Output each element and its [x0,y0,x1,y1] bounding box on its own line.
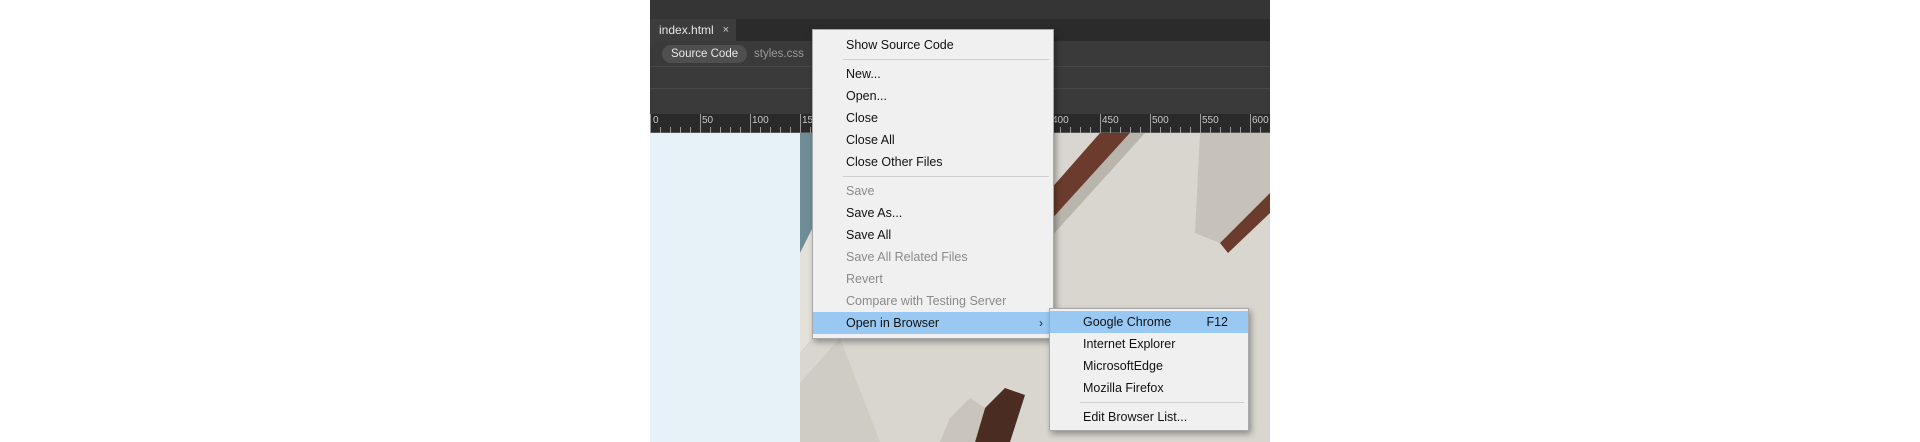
submenu-item-google-chrome[interactable]: Google Chrome F12 [1050,311,1248,333]
submenu-item-edit-browser-list[interactable]: Edit Browser List... [1050,406,1248,428]
menu-separator [1080,402,1244,403]
menu-item-save-as[interactable]: Save As... [813,202,1053,224]
submenu-item-mozilla-firefox[interactable]: Mozilla Firefox [1050,377,1248,399]
ruler-label: 100 [752,115,769,126]
menu-item-close-other-files[interactable]: Close Other Files [813,151,1053,173]
related-file-styles[interactable]: styles.css [754,45,804,63]
menu-item-save: Save [846,184,875,198]
ruler-label: 0 [653,115,659,126]
menu-item-label: Google Chrome [1083,315,1172,329]
ruler-label: 600 [1252,115,1269,126]
close-icon[interactable]: × [723,19,729,41]
ruler-label: 500 [1152,115,1169,126]
menu-item-label: Open in Browser [846,316,940,330]
menu-item-revert: Revert [846,272,883,286]
source-code-button[interactable]: Source Code [662,45,748,63]
menu-item-save-all-related-files: Save All Related Files [846,250,968,264]
ruler-label: 50 [702,115,714,126]
title-bar [650,0,1270,19]
ruler-label: 550 [1202,115,1219,126]
menu-item-save-all[interactable]: Save All [813,224,1053,246]
open-in-browser-submenu: Google Chrome F12 Internet Explorer Micr… [1049,308,1249,431]
chevron-right-icon: › [1039,316,1043,330]
document-tab-label: index.html [659,23,714,37]
menu-item-show-source-code[interactable]: Show Source Code [813,34,1053,56]
shortcut-label: F12 [1206,315,1228,329]
ruler-label: 450 [1102,115,1119,126]
file-context-menu: Show Source Code New... Open... Close Cl… [812,29,1054,339]
menu-item-open-in-browser[interactable]: Open in Browser › [813,312,1053,334]
menu-item-close-all[interactable]: Close All [813,129,1053,151]
document-tab-index[interactable]: index.html × [650,19,736,41]
submenu-item-microsoft-edge[interactable]: MicrosoftEdge [1050,355,1248,377]
canvas-empty-area [650,133,800,442]
menu-item-new[interactable]: New... [813,63,1053,85]
menu-separator [843,59,1049,60]
menu-item-compare-with-testing-server: Compare with Testing Server [846,294,1007,308]
menu-item-open[interactable]: Open... [813,85,1053,107]
submenu-item-internet-explorer[interactable]: Internet Explorer [1050,333,1248,355]
menu-separator [843,176,1049,177]
menu-item-close[interactable]: Close [813,107,1053,129]
ruler-label: 400 [1052,115,1069,126]
